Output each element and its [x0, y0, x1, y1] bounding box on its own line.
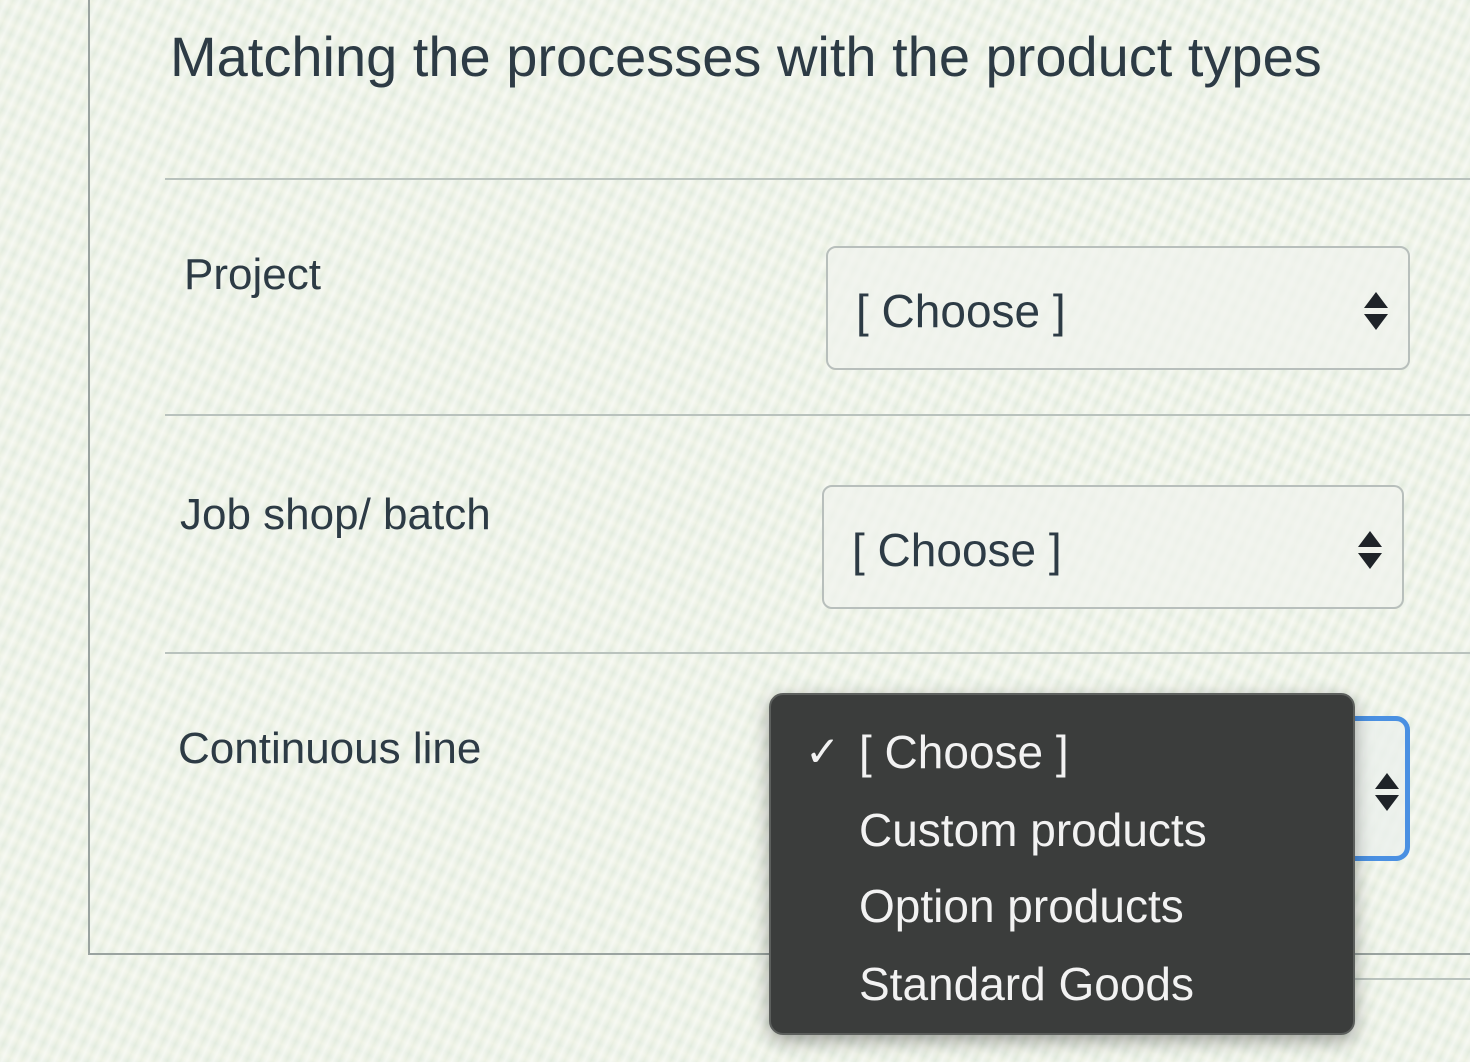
select-project[interactable]: [ Choose ] [826, 246, 1410, 370]
dropdown-option-custom-products[interactable]: Custom products [771, 795, 1353, 865]
select-job-shop-batch[interactable]: [ Choose ] [822, 485, 1404, 609]
option-label: Custom products [859, 804, 1207, 856]
question-title: Matching the processes with the product … [170, 25, 1322, 88]
row-divider [165, 652, 1470, 654]
option-label: Option products [859, 880, 1184, 932]
up-down-arrows-icon [1364, 292, 1388, 336]
row-divider [1350, 978, 1470, 980]
dropdown-menu: ✓ [ Choose ] Custom products Option prod… [769, 693, 1355, 1035]
option-label: [ Choose ] [859, 726, 1069, 778]
checkmark-icon: ✓ [805, 728, 841, 775]
dropdown-option-option-products[interactable]: Option products [771, 871, 1353, 941]
dropdown-option-choose[interactable]: ✓ [ Choose ] [771, 717, 1353, 787]
row-label-job-shop-batch: Job shop/ batch [180, 490, 491, 539]
select-value: [ Choose ] [856, 285, 1066, 337]
up-down-arrows-icon [1358, 531, 1382, 575]
row-label-continuous-line: Continuous line [178, 724, 482, 773]
dropdown-option-standard-goods[interactable]: Standard Goods [771, 949, 1353, 1019]
row-divider [165, 414, 1470, 416]
row-divider [165, 178, 1470, 180]
option-label: Standard Goods [859, 958, 1195, 1010]
select-value: [ Choose ] [852, 524, 1062, 576]
row-label-project: Project [184, 250, 321, 299]
